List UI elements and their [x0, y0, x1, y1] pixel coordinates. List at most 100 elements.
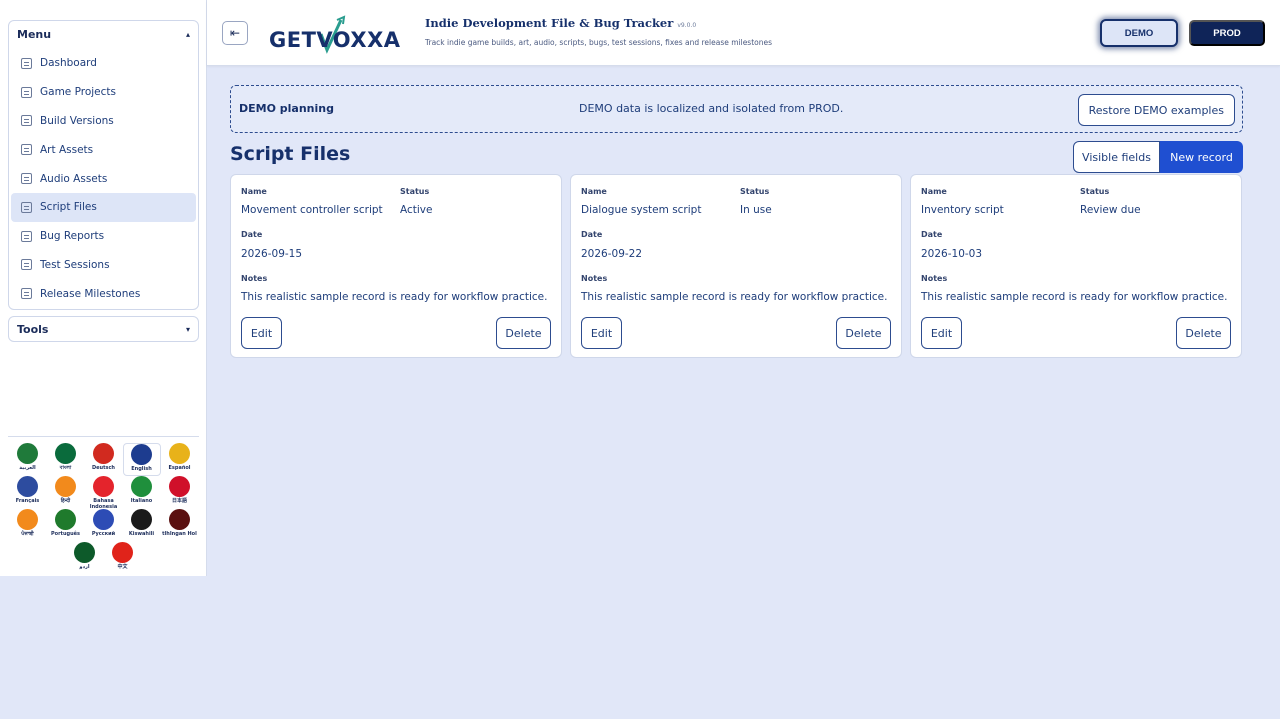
- language-option[interactable]: ਪੰਜਾਬੀ: [9, 509, 47, 542]
- collapse-sidebar-button[interactable]: ⇤: [222, 21, 248, 45]
- sidebar-item-label: Dashboard: [40, 57, 97, 70]
- flag-icon: [55, 509, 76, 530]
- language-picker: العربية বাংলা Deutsch English Español Fr…: [8, 436, 199, 575]
- record-card: Name Status Dialogue system script In us…: [570, 174, 902, 358]
- date-label: Date: [581, 230, 603, 239]
- flag-icon: [17, 509, 38, 530]
- sidebar-item-art-assets[interactable]: Art Assets: [11, 135, 196, 164]
- record-name: Inventory script: [921, 204, 1004, 216]
- sidebar-item-label: Art Assets: [40, 143, 94, 156]
- app-version: v9.0.0: [677, 22, 697, 29]
- name-label: Name: [581, 187, 607, 196]
- prod-env-button[interactable]: PROD: [1189, 20, 1265, 46]
- menu-title: Menu: [17, 27, 52, 41]
- language-option[interactable]: Bahasa Indonesia: [85, 476, 123, 510]
- status-label: Status: [740, 187, 770, 196]
- delete-button[interactable]: Delete: [1176, 317, 1231, 349]
- language-option[interactable]: 中文: [104, 542, 142, 575]
- visible-fields-button[interactable]: Visible fields: [1073, 141, 1160, 173]
- delete-button[interactable]: Delete: [496, 317, 551, 349]
- banner-title: DEMO planning: [239, 102, 334, 115]
- sidebar-item-label: Script Files: [40, 201, 97, 214]
- flag-icon: [55, 443, 76, 464]
- record-status: Review due: [1080, 204, 1141, 216]
- sidebar-item-bug-reports[interactable]: Bug Reports: [11, 222, 196, 251]
- document-icon: [21, 288, 32, 300]
- name-label: Name: [241, 187, 267, 196]
- edit-button[interactable]: Edit: [581, 317, 622, 349]
- language-option[interactable]: Русский: [85, 509, 123, 542]
- language-option[interactable]: العربية: [9, 443, 47, 476]
- document-icon: [21, 230, 32, 242]
- page-title: Script Files: [230, 143, 351, 165]
- sidebar-item-label: Test Sessions: [40, 258, 110, 271]
- flag-icon: [17, 443, 38, 464]
- sidebar-item-test-sessions[interactable]: Test Sessions: [11, 251, 196, 280]
- new-record-button[interactable]: New record: [1160, 141, 1243, 173]
- flag-icon: [131, 509, 152, 530]
- document-icon: [21, 57, 32, 69]
- flag-icon: [169, 476, 190, 497]
- flag-icon: [112, 542, 133, 563]
- language-option[interactable]: tlhIngan Hol: [161, 509, 199, 542]
- sidebar-item-audio-assets[interactable]: Audio Assets: [11, 164, 196, 193]
- logo: GETVOXXA: [269, 14, 411, 54]
- language-option[interactable]: Français: [9, 476, 47, 509]
- collapse-sidebar-icon: ⇤: [229, 26, 241, 40]
- edit-button[interactable]: Edit: [241, 317, 282, 349]
- edit-button[interactable]: Edit: [921, 317, 962, 349]
- record-date: 2026-10-03: [921, 248, 983, 260]
- language-option[interactable]: Kiswahili: [123, 509, 161, 542]
- flag-icon: [55, 476, 76, 497]
- record-date: 2026-09-22: [581, 248, 643, 260]
- restore-demo-button[interactable]: Restore DEMO examples: [1077, 94, 1235, 126]
- demo-banner: DEMO planning DEMO data is localized and…: [230, 85, 1243, 133]
- notes-label: Notes: [921, 274, 948, 283]
- flag-icon: [131, 476, 152, 497]
- flag-icon: [93, 476, 114, 497]
- status-label: Status: [1080, 187, 1110, 196]
- document-icon: [21, 86, 32, 98]
- banner-message: DEMO data is localized and isolated from…: [579, 102, 844, 115]
- sidebar-item-label: Audio Assets: [40, 172, 108, 185]
- tools-title: Tools: [17, 322, 49, 336]
- record-notes: This realistic sample record is ready fo…: [241, 291, 548, 303]
- flag-icon: [169, 509, 190, 530]
- menu-header[interactable]: Menu ▴: [9, 21, 198, 47]
- document-icon: [21, 259, 32, 271]
- sidebar-item-game-projects[interactable]: Game Projects: [11, 78, 196, 107]
- flag-icon: [93, 509, 114, 530]
- flag-icon: [74, 542, 95, 563]
- sidebar-item-label: Game Projects: [40, 86, 116, 99]
- app-title: Indie Development File & Bug Tracker v9.0…: [425, 16, 697, 30]
- language-option[interactable]: Português: [47, 509, 85, 542]
- sidebar-item-label: Release Milestones: [40, 287, 141, 300]
- language-option[interactable]: اردو: [66, 542, 104, 575]
- language-option[interactable]: Deutsch: [85, 443, 123, 476]
- flag-icon: [169, 443, 190, 464]
- tools-panel[interactable]: Tools ▾: [8, 316, 199, 342]
- record-name: Movement controller script: [241, 204, 383, 216]
- chevron-down-icon[interactable]: ▾: [186, 325, 190, 334]
- sidebar-item-script-files[interactable]: Script Files: [11, 192, 196, 222]
- delete-button[interactable]: Delete: [836, 317, 891, 349]
- record-notes: This realistic sample record is ready fo…: [581, 291, 888, 303]
- sidebar-item-dashboard[interactable]: Dashboard: [11, 49, 196, 78]
- chevron-up-icon[interactable]: ▴: [186, 30, 190, 39]
- record-name: Dialogue system script: [581, 204, 702, 216]
- demo-env-button[interactable]: DEMO: [1100, 19, 1178, 47]
- record-status: Active: [400, 204, 433, 216]
- language-option[interactable]: 日本語: [161, 476, 199, 509]
- language-option[interactable]: हिन्दी: [47, 476, 85, 509]
- name-label: Name: [921, 187, 947, 196]
- notes-label: Notes: [241, 274, 268, 283]
- flag-icon: [17, 476, 38, 497]
- language-option-selected[interactable]: English: [122, 443, 161, 476]
- sidebar-item-release-milestones[interactable]: Release Milestones: [11, 279, 196, 308]
- app-subtitle: Track indie game builds, art, audio, scr…: [425, 38, 773, 47]
- document-icon: [21, 115, 32, 127]
- language-option[interactable]: বাংলা: [47, 443, 85, 476]
- language-option[interactable]: Italiano: [123, 476, 161, 509]
- language-option[interactable]: Español: [161, 443, 199, 476]
- sidebar-item-build-versions[interactable]: Build Versions: [11, 107, 196, 136]
